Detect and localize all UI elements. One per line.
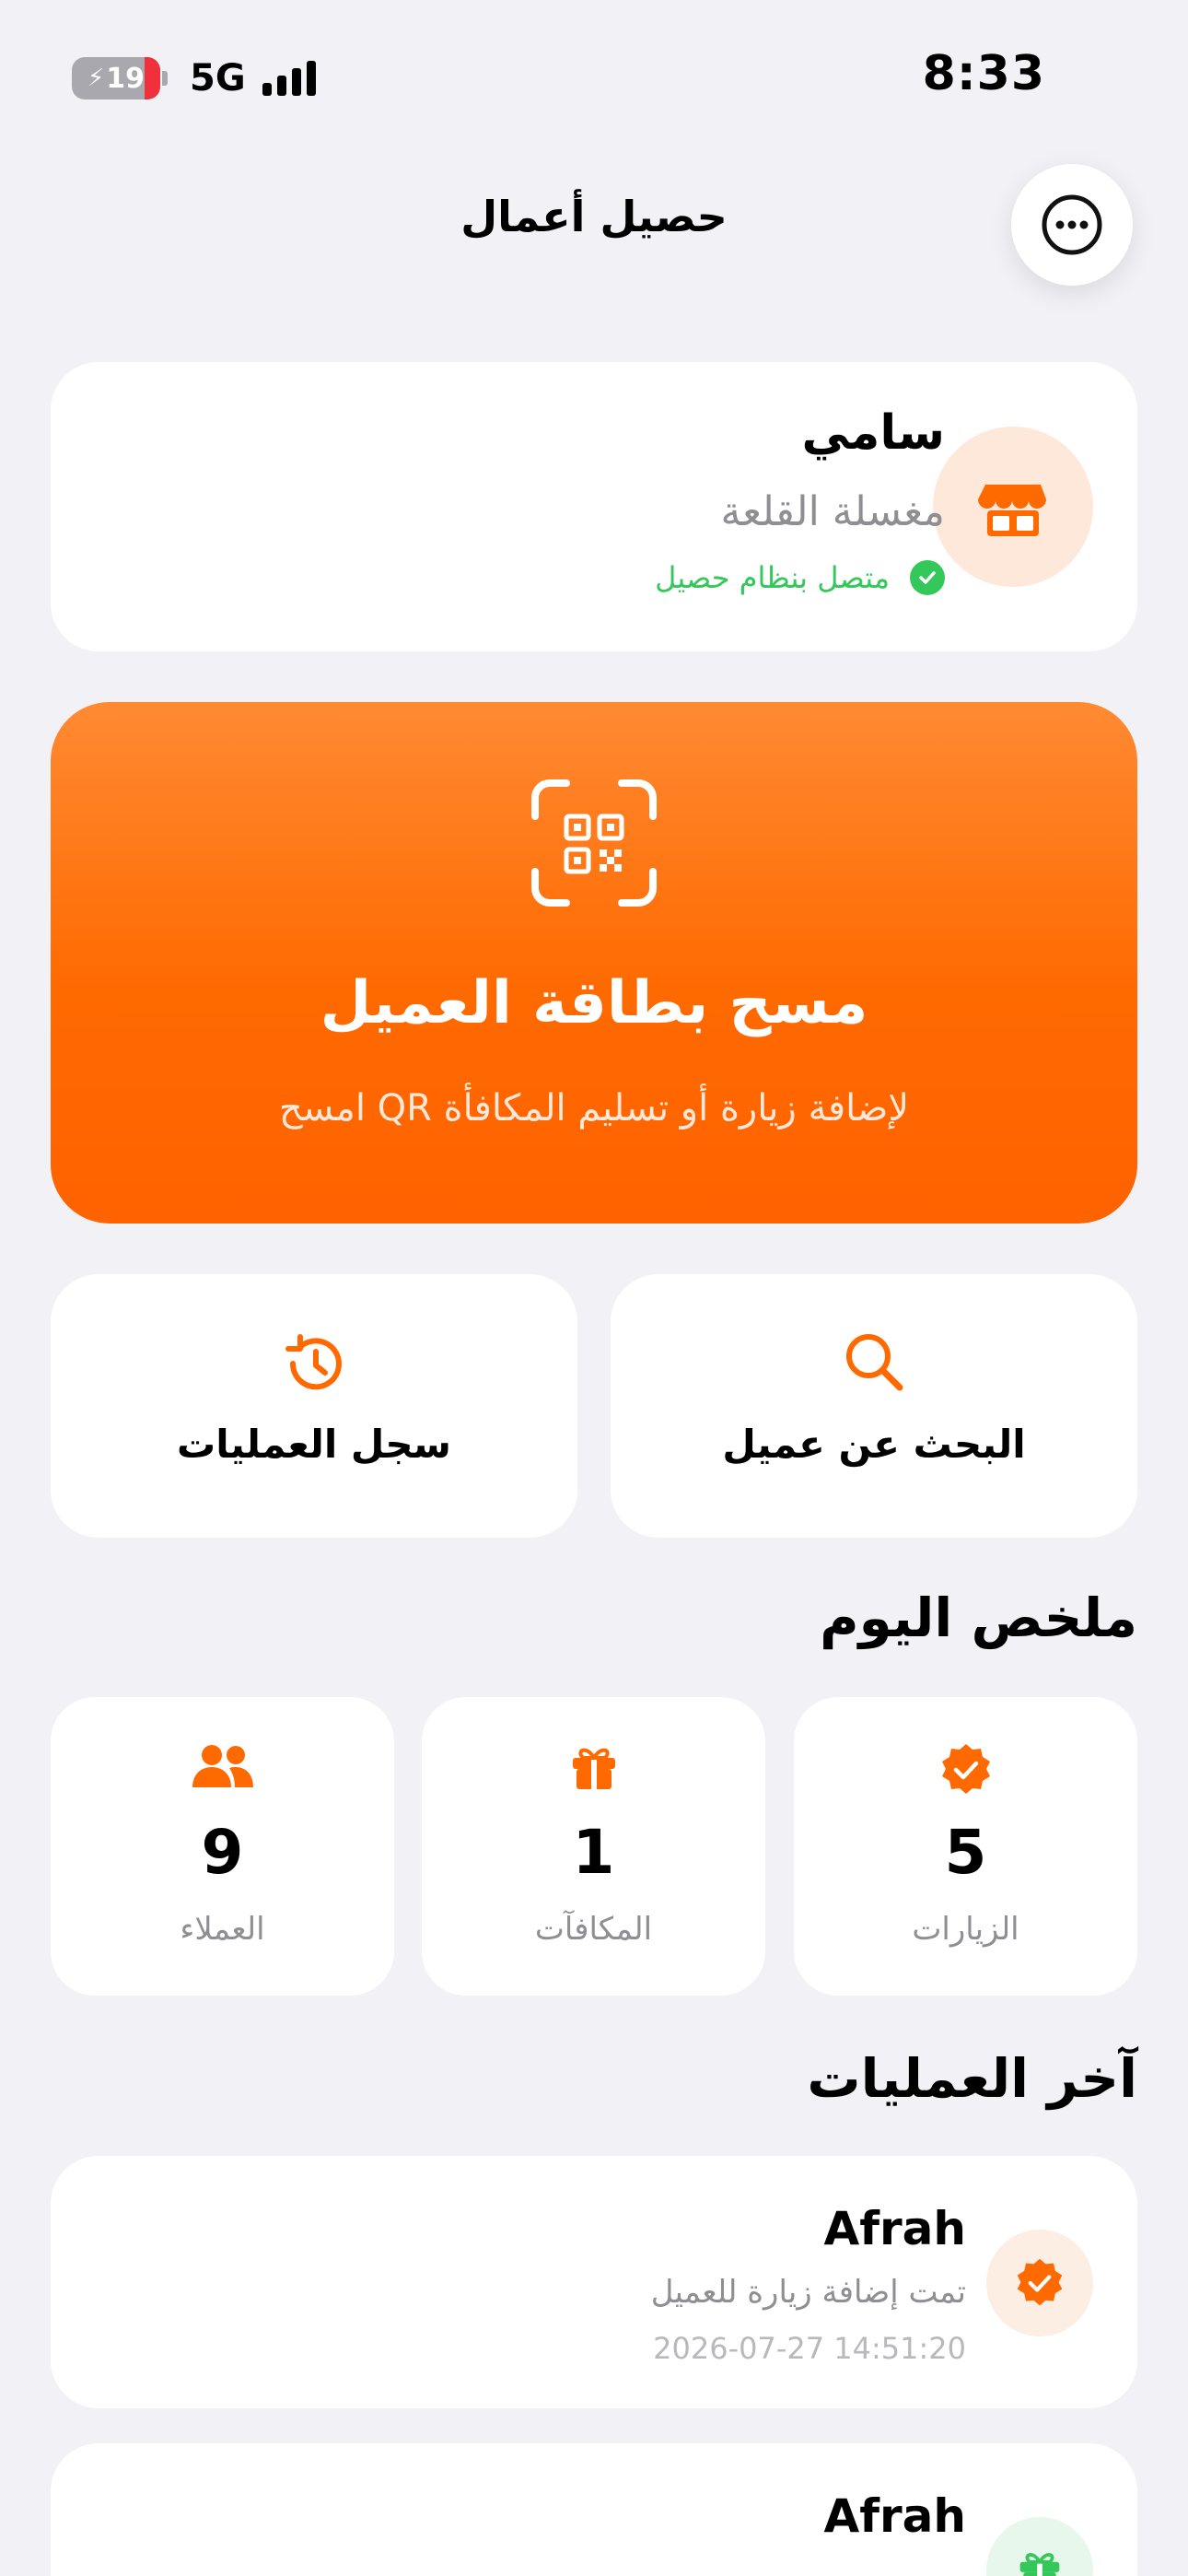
summary-title: ملخص اليوم: [820, 1587, 1137, 1649]
ellipsis-circle-icon: [1042, 194, 1102, 255]
gift-icon: [572, 1748, 615, 1789]
operation-customer-name: Afrah: [823, 2489, 966, 2543]
stat-label: العملاء: [180, 1911, 265, 1948]
operation-timestamp: 2026-07-27 14:51:20: [653, 2331, 966, 2366]
history-icon: [285, 1334, 342, 1390]
shop-name: مغسلة القلعة: [720, 488, 945, 535]
recent-operations-title: آخر العمليات: [807, 2047, 1137, 2110]
page-title: حصيل أعمال: [460, 192, 728, 241]
operations-history-label: سجل العمليات: [177, 1422, 451, 1467]
search-customer-label: البحث عن عميل: [722, 1422, 1026, 1467]
check-circle-icon: [910, 560, 945, 595]
stat-value: 5: [944, 1817, 987, 1888]
operation-item[interactable]: Afrah: [51, 2443, 1137, 2576]
owner-name: سامي: [801, 405, 945, 461]
stat-visits: 5 الزيارات: [794, 1697, 1137, 1996]
stat-customers: 9 العملاء: [51, 1697, 394, 1996]
verified-badge-icon: [941, 1744, 990, 1794]
qr-scan-icon: [531, 779, 657, 907]
battery-icon: ⚡ 19: [72, 57, 160, 100]
operation-item[interactable]: Afrah تمت إضافة زيارة للعميل 2026-07-27 …: [51, 2156, 1137, 2408]
verified-badge-icon: [1017, 2258, 1063, 2306]
status-bar: ⚡ 19 5G 8:33: [0, 0, 1188, 157]
stat-rewards: 1 المكافآت: [422, 1697, 765, 1996]
operation-description: تمت إضافة زيارة للعميل: [650, 2274, 966, 2311]
profile-card: [51, 362, 1137, 651]
stat-value: 9: [201, 1817, 244, 1888]
users-icon: [192, 1745, 253, 1787]
operation-customer-name: Afrah: [823, 2202, 966, 2255]
connection-status: متصل بنظام حصيل: [655, 560, 945, 595]
operations-history-button[interactable]: سجل العمليات: [51, 1274, 577, 1538]
home-screen: ⚡ 19 5G 8:33 حصيل أعمال سامي مغسلة القلع…: [0, 0, 1188, 2576]
shop-avatar: [933, 427, 1093, 587]
stat-label: الزيارات: [912, 1911, 1019, 1948]
scan-subtitle: امسح QR لإضافة زيارة أو تسليم المكافأة: [278, 1087, 910, 1130]
stat-value: 1: [572, 1817, 615, 1888]
signal-icon: [262, 61, 316, 96]
connection-status-text: متصل بنظام حصيل: [655, 560, 890, 595]
scan-title: مسح بطاقة العميل: [320, 969, 868, 1037]
gift-icon: [1019, 2553, 1060, 2576]
network-type: 5G: [190, 57, 246, 100]
more-options-button[interactable]: [1011, 164, 1133, 286]
search-icon: [846, 1334, 903, 1391]
status-indicators: ⚡ 19 5G: [72, 57, 316, 100]
scan-card-button[interactable]: مسح بطاقة العميل امسح QR لإضافة زيارة أو…: [51, 702, 1137, 1224]
status-time: 8:33: [922, 46, 1045, 101]
search-customer-button[interactable]: البحث عن عميل: [611, 1274, 1137, 1538]
store-icon: [978, 485, 1046, 536]
battery-level: 19: [106, 62, 145, 95]
stat-label: المكافآت: [534, 1911, 653, 1948]
